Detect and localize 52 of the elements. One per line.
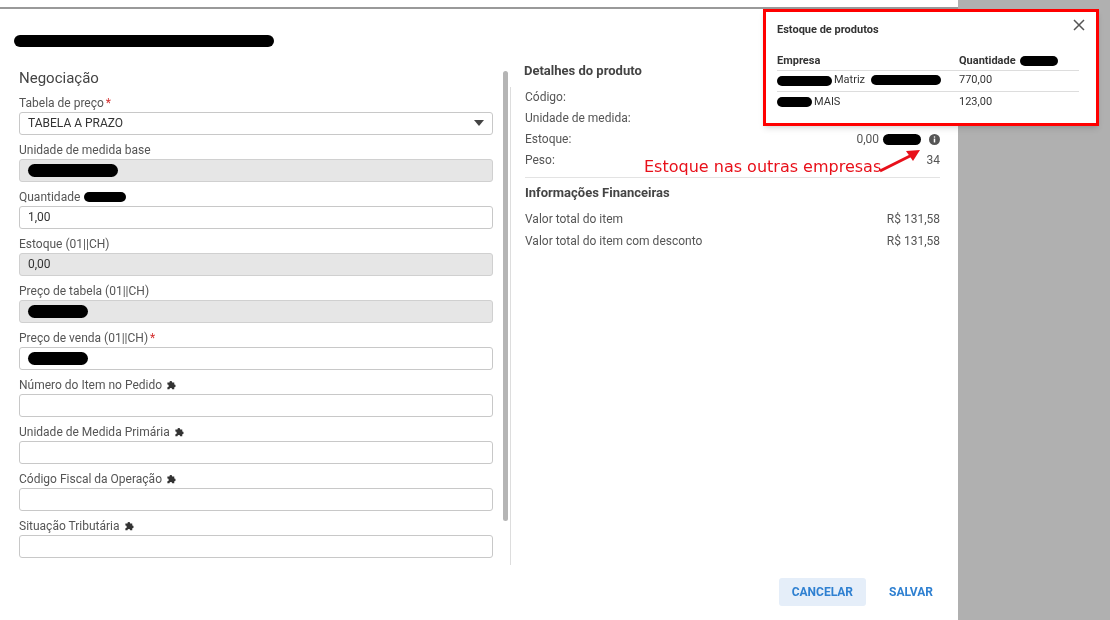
input-field[interactable]: 0,00 [19, 252, 493, 276]
save-button[interactable]: SALVAR [876, 578, 946, 606]
input-field[interactable] [19, 440, 493, 464]
field-label: Tabela de preço [19, 94, 104, 112]
detail-label: Valor total do item com desconto [525, 233, 703, 250]
field-label: Número do Item no Pedido [19, 376, 163, 394]
close-icon[interactable] [1073, 19, 1085, 31]
detail-label: Estoque: [525, 131, 572, 148]
column-header: Quantidade [959, 52, 1016, 69]
info-icon[interactable] [929, 133, 940, 145]
popover-title: Estoque de produtos [777, 22, 879, 38]
field-label: Preço de tabela (01||CH) [19, 282, 150, 300]
quantity-value: 123,00 [959, 93, 993, 110]
section-title: Informações Financeiras [525, 183, 670, 202]
input-field[interactable]: 1,00 [19, 205, 493, 229]
input-field[interactable] [19, 346, 493, 370]
select-field[interactable]: TABELA A PRAZO [19, 111, 493, 135]
required-mark: * [150, 329, 156, 347]
detail-label: Valor total do item [525, 211, 624, 228]
field-label: Unidade de Medida Primária [19, 423, 170, 441]
required-mark: * [105, 94, 111, 112]
section-title: Negociação [19, 68, 99, 89]
detail-label: Unidade de medida: [525, 110, 631, 127]
annotation-text: Estoque nas outras empresas [644, 156, 882, 178]
company-name: MAIS [814, 93, 841, 110]
input-field[interactable] [19, 393, 493, 417]
redaction-mark [871, 75, 942, 86]
detail-label: Peso: [525, 152, 555, 169]
detail-value: 34 [926, 152, 940, 169]
quantity-value: 770,00 [959, 72, 993, 89]
redaction-mark [777, 75, 832, 86]
field-label: Preço de venda (01||CH) [19, 329, 149, 347]
input-field[interactable] [19, 487, 493, 511]
redaction-mark [777, 97, 812, 107]
scrollbar[interactable] [503, 71, 508, 521]
input-field[interactable] [19, 158, 493, 182]
caret-icon [474, 120, 484, 126]
column-header: Empresa [777, 52, 821, 69]
field-label: Código Fiscal da Operação [19, 470, 162, 488]
company-name: Matriz [834, 72, 866, 89]
field-label: Estoque (01||CH) [19, 235, 110, 253]
field-label: Quantidade [19, 188, 81, 206]
section-title: Detalhes do produto [524, 62, 642, 80]
input-field[interactable] [19, 299, 493, 323]
detail-value: R$ 131,58 [886, 233, 940, 250]
detail-value: R$ 131,58 [886, 211, 940, 228]
input-field[interactable] [19, 534, 493, 558]
detail-value: 0,00 [856, 131, 879, 148]
detail-label: Código: [525, 89, 566, 106]
cancel-button[interactable]: CANCELAR [778, 578, 867, 606]
field-label: Situação Tributária [19, 517, 120, 535]
field-label: Unidade de medida base [19, 141, 151, 159]
